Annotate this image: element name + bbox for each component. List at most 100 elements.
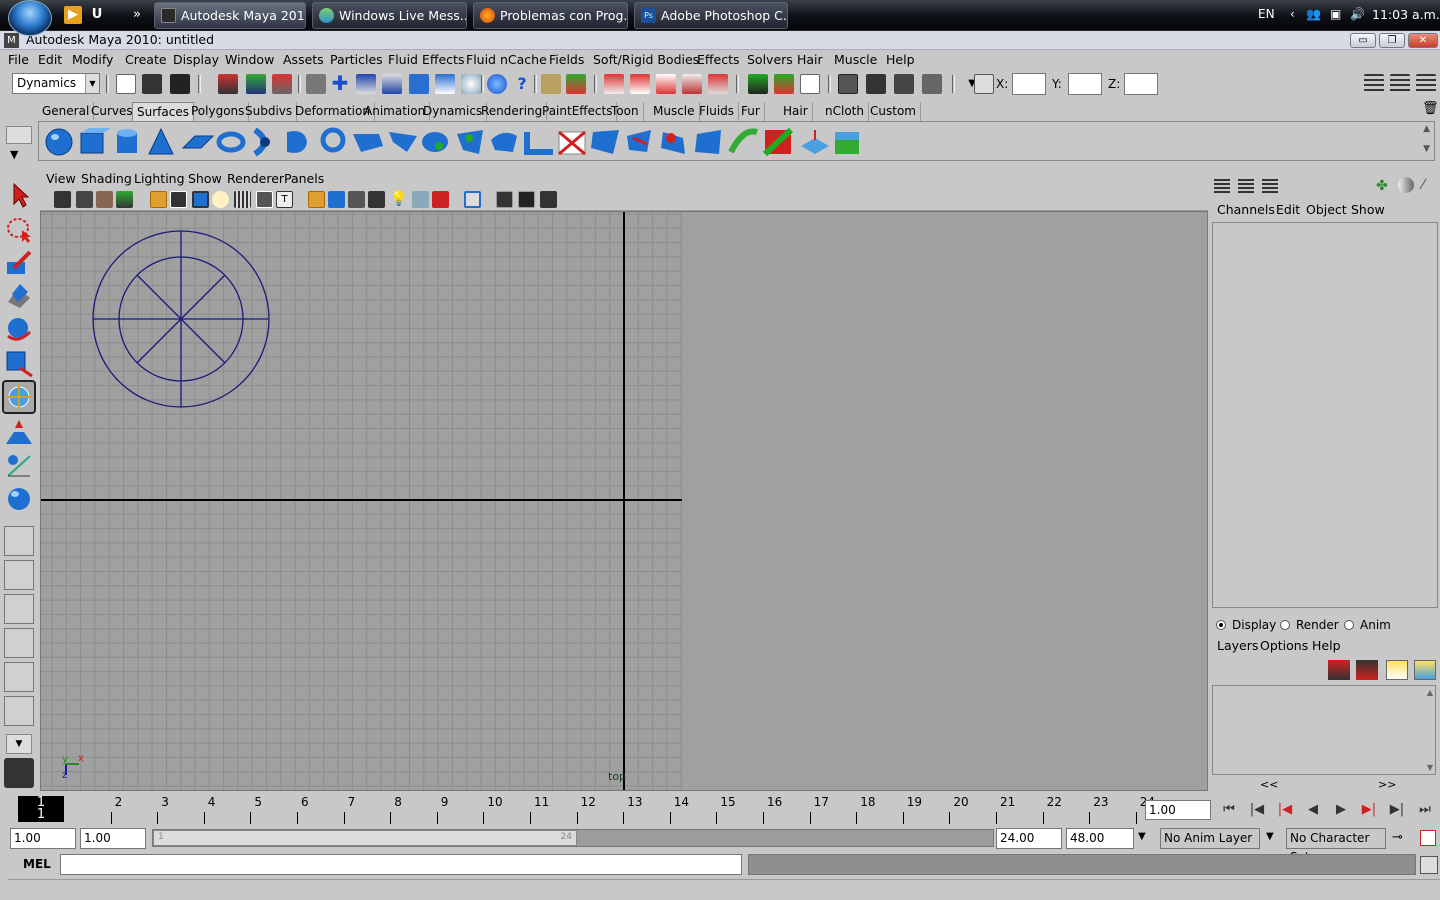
lasso-tool-icon[interactable] — [4, 214, 34, 244]
frame-selection-icon[interactable] — [518, 191, 535, 208]
loft-icon[interactable] — [287, 131, 307, 153]
universal-manipulator-icon[interactable] — [2, 380, 36, 414]
gate-mask-icon[interactable] — [212, 191, 229, 208]
xray-icon[interactable] — [464, 191, 481, 208]
menu-assets[interactable]: Assets — [283, 52, 324, 67]
paint-select-tool-icon[interactable] — [4, 248, 34, 278]
menu-fluid-effects[interactable]: Fluid Effects — [388, 52, 464, 67]
menu-edit[interactable]: Edit — [38, 52, 62, 67]
tab-surfaces[interactable]: Surfaces — [132, 102, 194, 121]
shadows-icon[interactable] — [412, 191, 429, 208]
animation-start-field[interactable]: 1.00 — [10, 828, 76, 849]
nurbs-cylinder-icon[interactable] — [117, 129, 137, 153]
single-perspective-layout-icon[interactable] — [4, 526, 34, 556]
shelf-scroll-down-icon[interactable]: ▼ — [1423, 144, 1430, 154]
network-icon[interactable]: ▣ — [1330, 7, 1341, 21]
menu-file[interactable]: File — [8, 52, 29, 67]
grid-toggle-icon[interactable] — [234, 191, 251, 208]
range-slider-handle[interactable]: 1 24 — [153, 830, 577, 846]
speed-icon[interactable] — [1398, 177, 1414, 193]
snap-to-view-icon[interactable] — [708, 74, 728, 94]
untrim-icon[interactable] — [661, 132, 685, 154]
tray-expand-icon[interactable]: ‹ — [1290, 7, 1295, 21]
channel-box-toggle-icon[interactable] — [1416, 74, 1436, 94]
detach-icon[interactable] — [728, 128, 758, 154]
move-tool-icon[interactable] — [4, 280, 34, 310]
menu-muscle[interactable]: Muscle — [834, 52, 877, 67]
time-slider[interactable]: 1 1 2 3 4 5 6 7 8 9 10 11 12 13 14 15 16 17 18 19 20 21 22 23… — [16, 794, 1155, 824]
nurbs-plane-icon[interactable] — [181, 135, 215, 149]
rotate-tool-icon[interactable] — [4, 314, 34, 344]
birail-icon[interactable] — [389, 132, 417, 152]
panel-menu-view[interactable]: View — [46, 171, 76, 186]
wireframe-icon[interactable] — [150, 191, 167, 208]
tab-general[interactable]: General — [38, 102, 95, 121]
snap-to-surface-icon[interactable] — [682, 74, 702, 94]
move-layer-down-icon[interactable] — [1356, 660, 1378, 680]
new-empty-layer-icon[interactable] — [1386, 660, 1408, 680]
attribute-editor-toggle-icon[interactable] — [1364, 74, 1384, 94]
current-frame-field[interactable]: 1.00 — [1145, 800, 1211, 820]
panel-menu-shading[interactable]: Shading — [81, 171, 132, 186]
snap-to-curves-icon[interactable] — [630, 74, 650, 94]
render-current-icon[interactable] — [774, 74, 794, 94]
menu-window[interactable]: Window — [225, 52, 274, 67]
layer-help-menu[interactable]: Help — [1312, 638, 1341, 653]
viewport-canvas[interactable]: x y z — [41, 212, 1207, 790]
mel-label[interactable]: MEL — [23, 857, 51, 871]
input-mode-icon[interactable] — [974, 74, 994, 94]
square-surface-icon[interactable] — [457, 130, 483, 154]
channel-box-mode-icon[interactable] — [1214, 179, 1230, 193]
history-icon[interactable] — [461, 74, 481, 94]
menu-fields[interactable]: Fields — [549, 52, 584, 67]
trim-icon[interactable] — [627, 130, 651, 152]
four-view-layout-icon[interactable] — [4, 560, 34, 590]
task-maya[interactable]: Autodesk Maya 201... — [154, 2, 306, 29]
wireframe-shading-icon[interactable] — [308, 191, 325, 208]
attach-icon[interactable] — [695, 130, 721, 154]
image-plane-icon[interactable] — [116, 191, 133, 208]
animation-end-field[interactable]: 48.00 — [1066, 828, 1134, 849]
display-layer-radio[interactable]: Display — [1216, 618, 1276, 632]
menu-hair[interactable]: Hair — [797, 52, 823, 67]
resolution-gate-icon[interactable] — [192, 191, 209, 208]
move-layer-up-icon[interactable] — [1328, 660, 1350, 680]
layers-menu[interactable]: Layers — [1217, 638, 1258, 653]
channel-list[interactable] — [1212, 222, 1438, 608]
hypershade-icon[interactable] — [894, 74, 914, 94]
tab-ncloth[interactable]: nCloth — [821, 102, 869, 121]
panel-menu-panels[interactable]: Panels — [284, 171, 324, 186]
menu-create[interactable]: Create — [125, 52, 167, 67]
network-users-icon[interactable]: 👥 — [1306, 7, 1321, 21]
open-scene-icon[interactable] — [142, 74, 162, 94]
tab-muscle[interactable]: Muscle — [649, 102, 700, 121]
snap-to-points-icon[interactable] — [656, 74, 676, 94]
tab-subdivs[interactable]: Subdivs — [241, 102, 298, 121]
channels-menu[interactable]: Channels — [1217, 202, 1275, 217]
chevron-down-icon[interactable]: ▼ — [6, 734, 32, 754]
help-question-icon[interactable]: ? — [512, 74, 532, 94]
tab-rendering[interactable]: Rendering — [477, 102, 548, 121]
render-region-icon[interactable] — [748, 74, 768, 94]
intersect-icon[interactable] — [524, 132, 553, 155]
layer-list[interactable]: ▲ ▼ — [1212, 685, 1436, 775]
snap-to-grids-icon[interactable] — [604, 74, 624, 94]
quicklaunch-u-icon[interactable]: U — [88, 6, 106, 24]
current-frame-marker[interactable]: 1 1 — [18, 796, 64, 822]
select-object-icon[interactable] — [246, 74, 266, 94]
chevron-down-icon[interactable]: ▼ — [1266, 831, 1274, 842]
scroll-up-icon[interactable]: ▲ — [1427, 688, 1433, 697]
lock-icon[interactable] — [541, 74, 561, 94]
input-output-icon[interactable] — [566, 74, 586, 94]
revolve-icon[interactable] — [253, 127, 270, 157]
boundary-icon[interactable] — [422, 132, 448, 152]
persp-graph-layout-icon[interactable] — [4, 628, 34, 658]
playback-start-field[interactable]: 1.00 — [80, 828, 146, 849]
snap-point-icon[interactable] — [382, 74, 402, 94]
channel-edit-menu[interactable]: Edit — [1276, 202, 1300, 217]
maya-app-icon[interactable]: M — [4, 33, 19, 48]
planar-icon[interactable] — [320, 127, 346, 153]
insert-isoparm-icon[interactable] — [835, 132, 859, 154]
scale-tool-icon[interactable] — [4, 348, 34, 378]
isolate-select-icon[interactable] — [432, 191, 449, 208]
